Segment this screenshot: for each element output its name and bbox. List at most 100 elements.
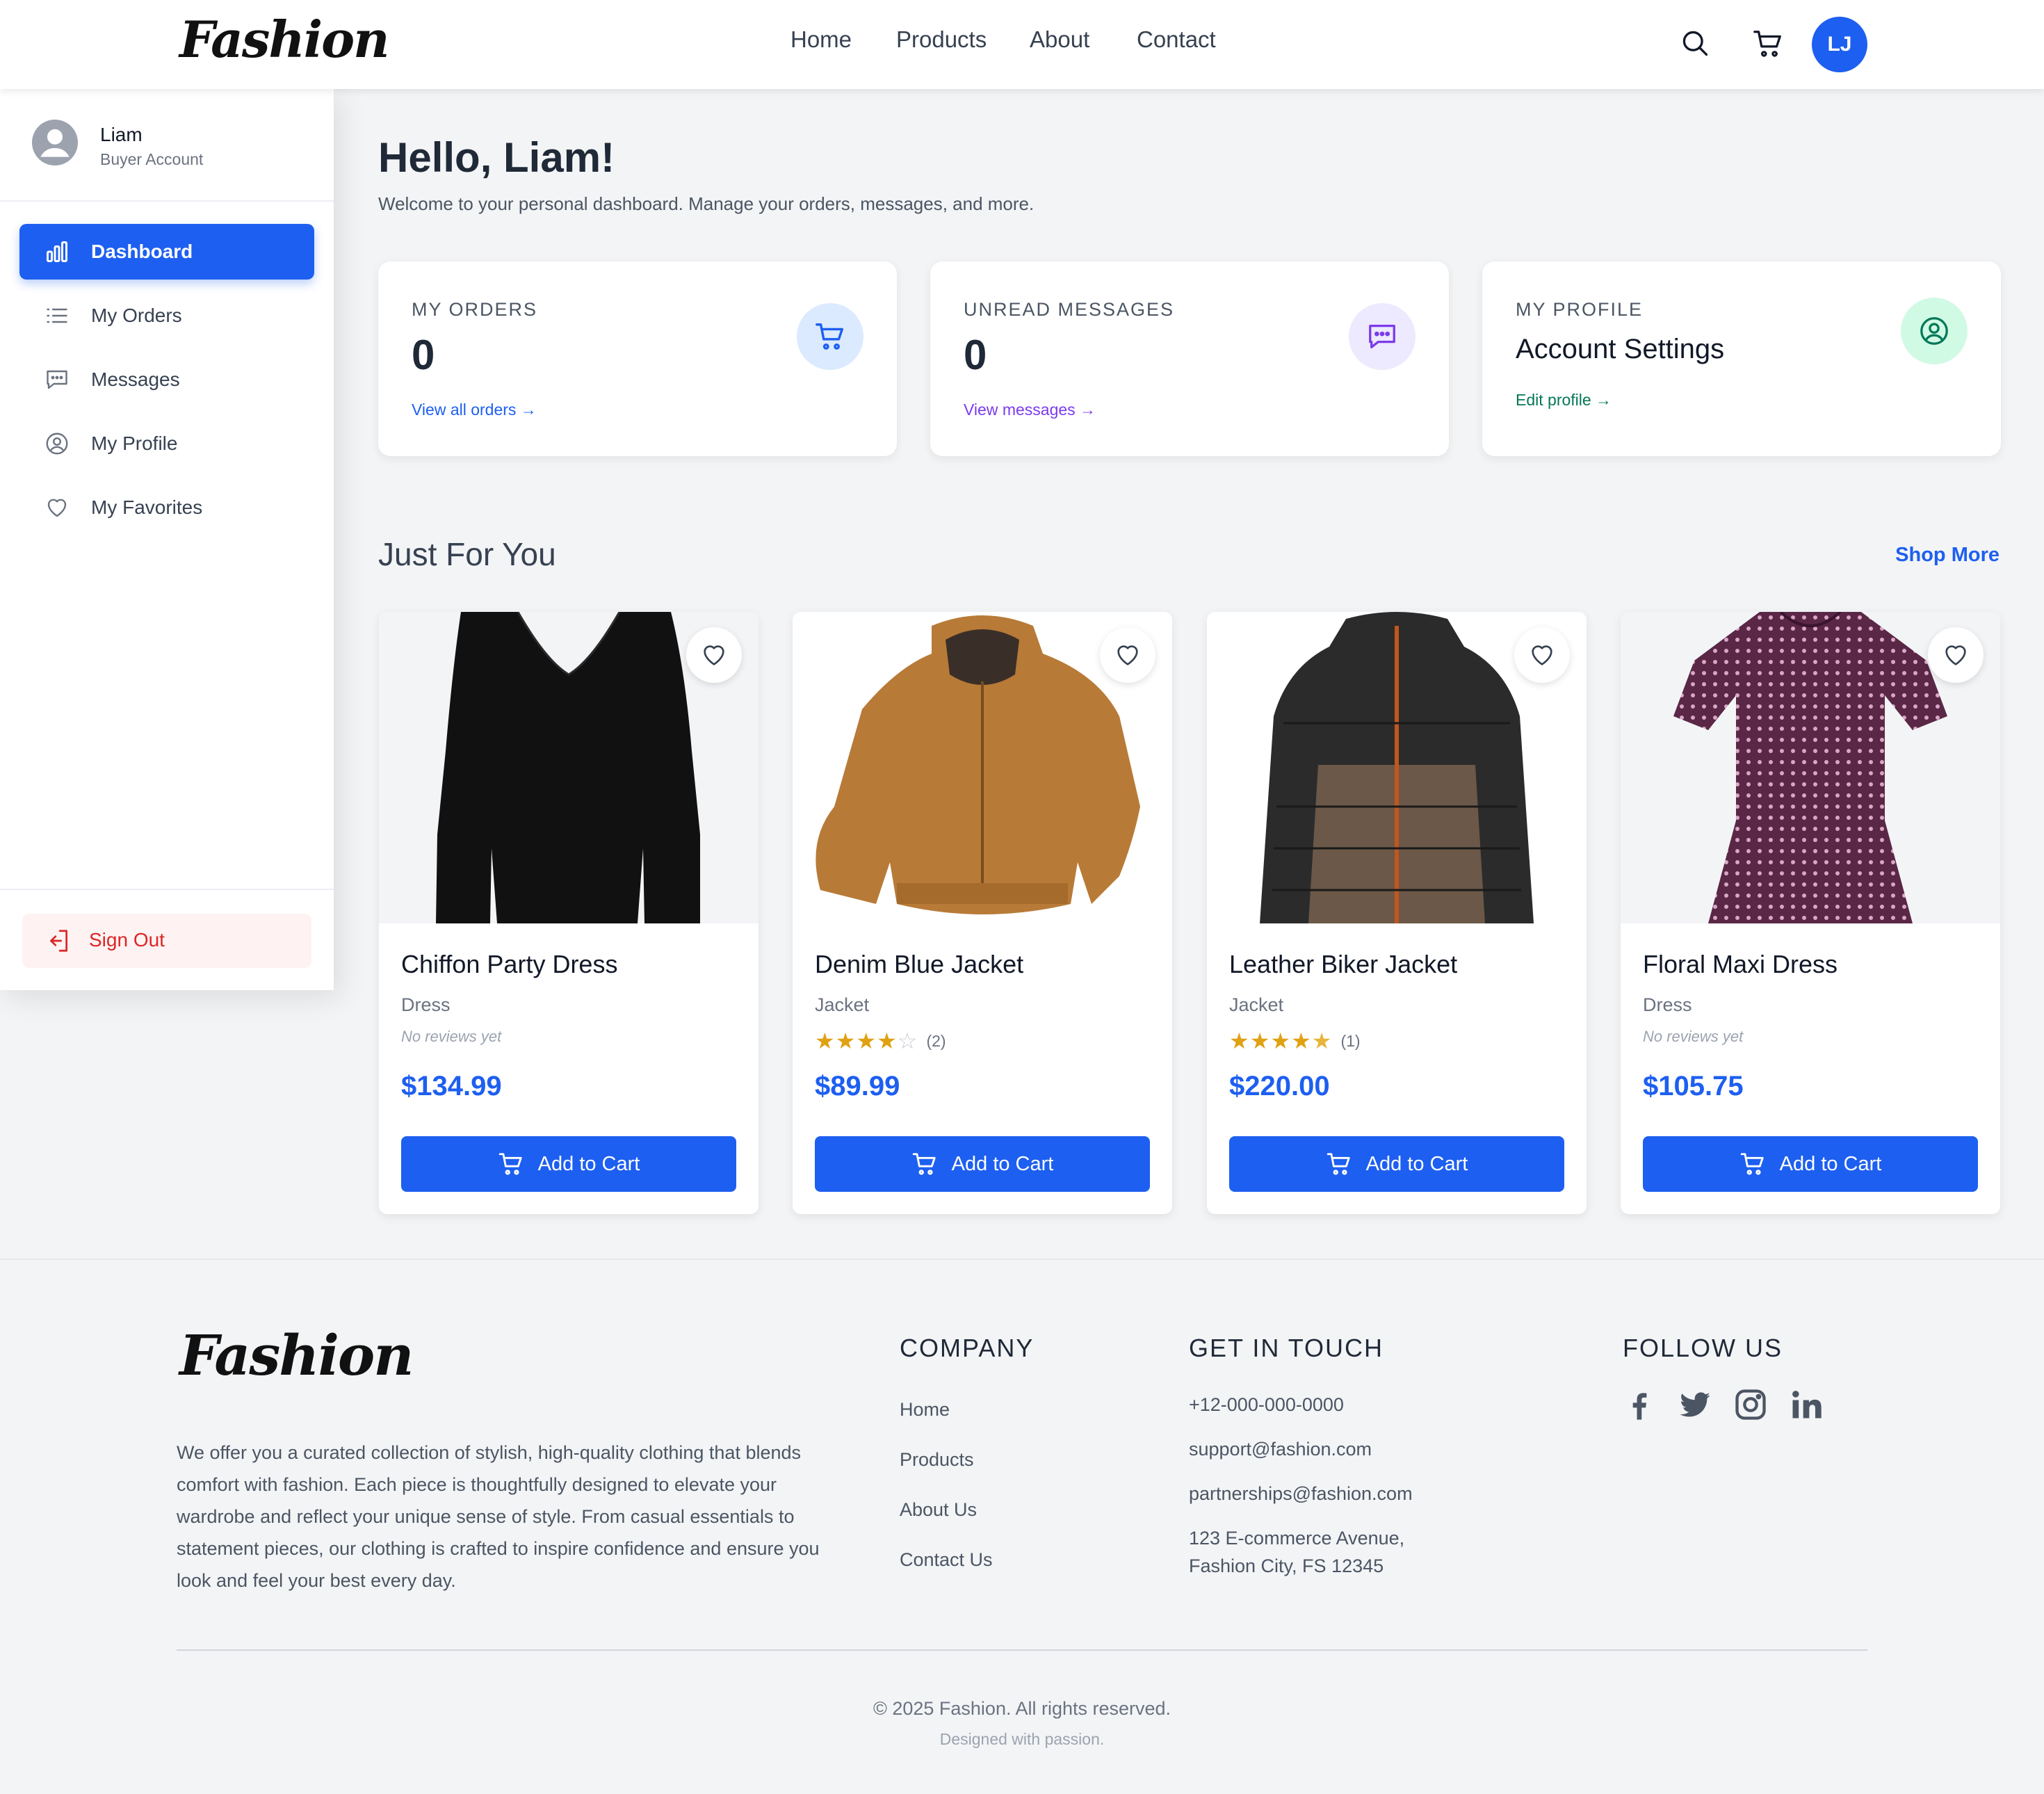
sidebar-item-label: My Favorites [91, 496, 203, 518]
logout-icon [44, 928, 71, 957]
product-card[interactable]: Floral Maxi Dress Dress No reviews yet $… [1621, 612, 2000, 1214]
sidebar-user-name: Liam [100, 124, 143, 145]
sign-out-button[interactable]: Sign Out [22, 914, 311, 968]
nav-about[interactable]: About [1030, 26, 1089, 53]
sign-out-label: Sign Out [89, 929, 165, 951]
search-icon[interactable] [1680, 28, 1710, 62]
card-label: MY ORDERS [412, 299, 538, 320]
section-title: Just For You [378, 536, 556, 572]
partnerships-email[interactable]: partnerships@fashion.com [1189, 1480, 1413, 1508]
product-name[interactable]: Chiffon Party Dress [401, 950, 617, 979]
cart-icon [912, 1153, 936, 1175]
footer-about: We offer you a curated collection of sty… [177, 1442, 820, 1591]
messages-card: UNREAD MESSAGES 0 View messages → [930, 261, 1449, 456]
phone-number[interactable]: +12-000-000-0000 [1189, 1391, 1344, 1419]
sidebar-item-label: My Profile [91, 433, 178, 454]
add-to-cart-label: Add to Cart [951, 1152, 1054, 1175]
sidebar-item-label: Dashboard [91, 241, 193, 262]
divider [0, 200, 334, 202]
add-to-cart-button[interactable]: Add to Cart [1229, 1136, 1564, 1192]
product-name[interactable]: Leather Biker Jacket [1229, 950, 1457, 979]
cart-icon [498, 1153, 522, 1175]
add-to-cart-label: Add to Cart [537, 1152, 640, 1175]
unread-count: 0 [964, 332, 987, 378]
brand-logo[interactable]: Fashion [179, 10, 389, 69]
footer-link-contact[interactable]: Contact Us [900, 1549, 993, 1571]
product-card[interactable]: Leather Biker Jacket Jacket ★★★★★ (1) $2… [1207, 612, 1587, 1214]
footer-link-about[interactable]: About Us [900, 1499, 977, 1521]
footer-divider [177, 1649, 1867, 1651]
user-circle-icon [44, 431, 70, 456]
nav-home[interactable]: Home [790, 26, 852, 53]
add-to-cart-button[interactable]: Add to Cart [815, 1136, 1150, 1192]
product-name[interactable]: Denim Blue Jacket [815, 950, 1023, 979]
chart-bars-icon [44, 239, 70, 264]
linkedin-icon[interactable] [1788, 1387, 1824, 1423]
twitter-icon[interactable] [1677, 1387, 1713, 1423]
nav-contact[interactable]: Contact [1137, 26, 1216, 53]
favorite-heart-icon[interactable] [1100, 627, 1155, 683]
sidebar-user-role: Buyer Account [100, 150, 204, 168]
product-card[interactable]: Chiffon Party Dress Dress No reviews yet… [379, 612, 759, 1214]
product-category: Jacket [1229, 994, 1284, 1015]
favorite-heart-icon[interactable] [1928, 627, 1984, 683]
support-email[interactable]: support@fashion.com [1189, 1435, 1372, 1463]
view-messages-link[interactable]: View messages → [964, 401, 1096, 419]
footer-logo[interactable]: Fashion [179, 1323, 414, 1388]
add-to-cart-label: Add to Cart [1365, 1152, 1468, 1175]
top-navbar: Fashion Home Products About Contact LJ [0, 0, 2044, 89]
product-rating: No reviews yet [401, 1028, 501, 1046]
sidebar-item-dashboard[interactable]: Dashboard [19, 224, 314, 280]
company-heading: COMPANY [900, 1334, 1035, 1362]
review-count: (1) [1340, 1031, 1361, 1050]
instagram-icon[interactable] [1733, 1387, 1769, 1423]
product-price: $134.99 [401, 1071, 502, 1101]
review-count: (2) [926, 1031, 946, 1050]
add-to-cart-button[interactable]: Add to Cart [1643, 1136, 1978, 1192]
product-category: Dress [401, 994, 451, 1015]
favorite-heart-icon[interactable] [686, 627, 742, 683]
edit-profile-link[interactable]: Edit profile → [1516, 391, 1612, 410]
sidebar-item-orders[interactable]: My Orders [19, 288, 314, 344]
footer-link-home[interactable]: Home [900, 1399, 950, 1421]
sidebar-item-favorites[interactable]: My Favorites [19, 480, 314, 535]
message-icon [44, 367, 70, 392]
product-rating: ★★★★☆ (2) [815, 1028, 946, 1054]
profile-card: MY PROFILE Account Settings Edit profile… [1482, 261, 2001, 456]
cart-icon[interactable] [1752, 28, 1784, 63]
orders-card: MY ORDERS 0 View all orders → [378, 261, 897, 456]
product-name[interactable]: Floral Maxi Dress [1643, 950, 1838, 979]
card-label: UNREAD MESSAGES [964, 299, 1175, 320]
sidebar-item-messages[interactable]: Messages [19, 352, 314, 407]
copyright-text: © 2025 Fashion. All rights reserved. [873, 1698, 1171, 1719]
footer-link-products[interactable]: Products [900, 1449, 974, 1471]
sidebar-item-label: Messages [91, 369, 180, 390]
product-card[interactable]: Denim Blue Jacket Jacket ★★★★☆ (2) $89.9… [793, 612, 1172, 1214]
sidebar-item-profile[interactable]: My Profile [19, 416, 314, 471]
user-avatar[interactable]: LJ [1812, 17, 1867, 72]
no-reviews-text: No reviews yet [401, 1028, 502, 1045]
sidebar: Liam Buyer Account Dashboard My Orders M… [0, 89, 334, 990]
product-rating: ★★★★★ (1) [1229, 1028, 1361, 1054]
product-category: Jacket [815, 994, 870, 1015]
orders-count: 0 [412, 332, 435, 378]
heart-icon [44, 495, 70, 520]
cart-icon [1740, 1153, 1764, 1175]
cart-icon [797, 303, 863, 370]
follow-heading: FOLLOW US [1623, 1334, 1783, 1362]
view-orders-link[interactable]: View all orders → [412, 401, 537, 419]
account-settings-title: Account Settings [1516, 334, 1725, 364]
nav-products[interactable]: Products [896, 26, 987, 53]
divider [0, 889, 334, 890]
list-icon [44, 303, 70, 328]
user-avatar-icon [32, 120, 78, 165]
favorite-heart-icon[interactable] [1514, 627, 1570, 683]
product-price: $220.00 [1229, 1071, 1330, 1101]
page-title: Hello, Liam! [378, 134, 615, 181]
facebook-icon[interactable] [1621, 1387, 1657, 1423]
product-category: Dress [1643, 994, 1692, 1015]
shop-more-link[interactable]: Shop More [1895, 544, 2000, 567]
user-circle-icon [1901, 298, 1968, 364]
add-to-cart-button[interactable]: Add to Cart [401, 1136, 736, 1192]
cart-icon [1327, 1153, 1350, 1175]
